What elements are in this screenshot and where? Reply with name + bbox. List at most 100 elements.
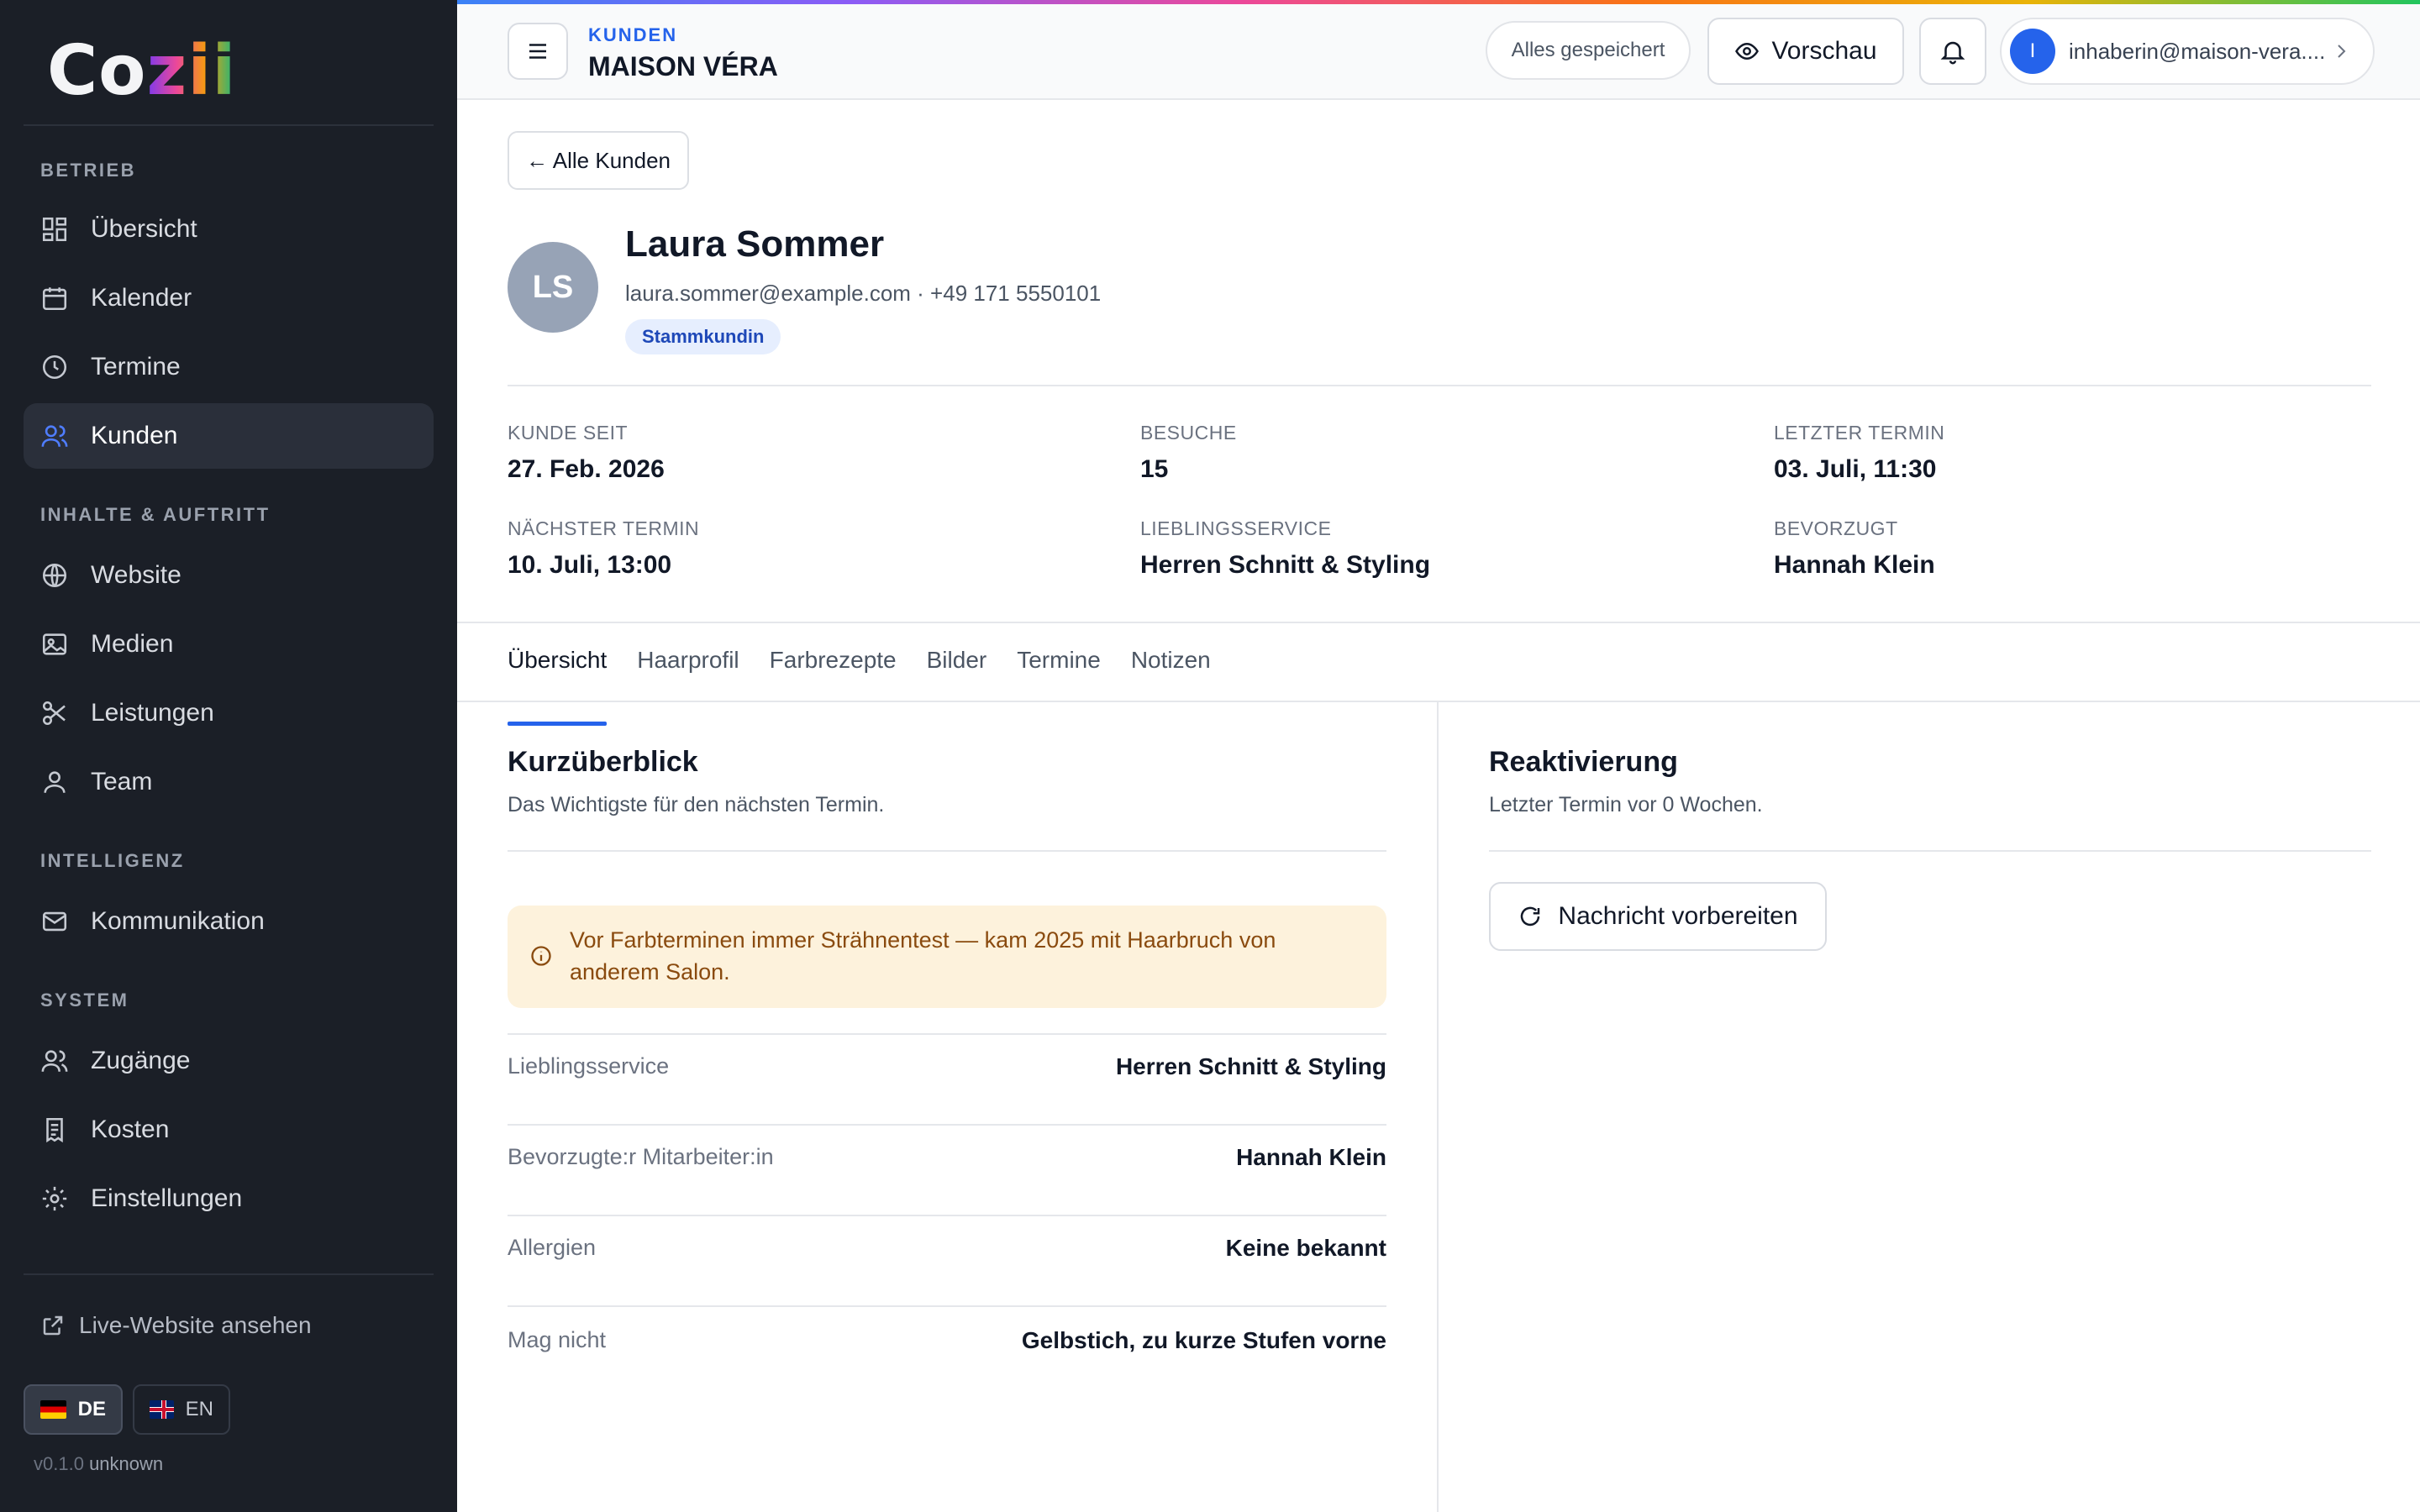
stat-label-since: KUNDE SEIT [508,422,629,444]
column-divider [1437,702,1439,1512]
sidebar-item-team[interactable]: Team [24,749,434,815]
sidebar: Cozii BETRIEB Übersicht Kalender Termine… [0,0,457,1512]
sidebar-item-label: Kunden [91,422,178,449]
divider [508,850,1386,852]
calendar-icon [42,287,67,311]
stat-label-next: NÄCHSTER TERMIN [508,517,700,539]
sidebar-item-label: Website [91,561,182,589]
stat-value-next: 10. Juli, 13:00 [508,551,672,579]
reactivation-title: Reaktivierung [1489,746,1678,778]
sidebar-item-zugaenge[interactable]: Zugänge [24,1028,434,1094]
favorite-service-value: Herren Schnitt & Styling [1115,1053,1386,1079]
warning-text-line-2: anderem Salon. [570,959,730,984]
dislikes-value: Gelbstich, zu kurze Stufen vorne [1021,1327,1386,1353]
prepare-message-button[interactable]: Nachricht vorbereiten [1489,882,1827,951]
allergies-label: Allergien [508,1235,597,1260]
section-system: SYSTEM [40,990,129,1011]
users-icon [41,1050,68,1072]
mail-icon [42,911,67,932]
avatar: I [2010,29,2055,74]
live-website-link[interactable]: Live-Website ansehen [40,1312,312,1339]
favorite-service-label: Lieblingsservice [508,1053,670,1079]
sidebar-item-label: Kalender [91,284,192,312]
stat-value-since: 27. Feb. 2026 [508,455,665,483]
customer-name: Laura Sommer [625,223,885,265]
divider [457,622,2420,623]
section-intelligenz: INTELLIGENZ [40,850,185,871]
stat-value-preferred: Hannah Klein [1774,551,1935,579]
refresh-icon [1521,906,1540,927]
language-de-button[interactable]: DE [24,1384,123,1435]
divider [457,701,2420,702]
sidebar-item-label: Zugänge [91,1047,191,1074]
tab-haarprofil[interactable]: Haarprofil [637,647,739,721]
language-en-button[interactable]: EN [133,1384,230,1435]
flag-uk-icon [150,1400,174,1419]
top-bar: KUNDEN MAISON VÉRA Alles gespeichert Vor… [457,4,2420,100]
flag-de-icon [40,1400,66,1419]
menu-button[interactable] [508,23,568,80]
users-icon [41,425,68,447]
sidebar-item-label: Team [91,768,153,795]
sidebar-item-label: Kosten [91,1116,170,1143]
customer-contact: laura.sommer@example.com · +49 171 55501… [625,281,1102,306]
reactivation-subtitle: Letzter Termin vor 0 Wochen. [1489,793,1763,816]
tab-bilder[interactable]: Bilder [927,647,987,721]
sidebar-item-label: Einstellungen [91,1184,243,1212]
preferred-staff-label: Bevorzugte:r Mitarbeiter:in [508,1144,774,1169]
status-badge: Stammkundin [625,319,781,354]
save-status-badge: Alles gespeichert [1486,21,1691,80]
breadcrumb-section: KUNDEN [588,24,678,45]
bell-icon [1940,41,1965,65]
sidebar-item-kosten[interactable]: Kosten [24,1097,434,1163]
sidebar-item-kommunikation[interactable]: Kommunikation [24,889,434,954]
stat-label-last: LETZTER TERMIN [1774,422,1945,444]
warning-note: Vor Farbterminen immer Strähnentest — ka… [508,906,1386,1008]
customer-tabs: Übersicht Haarprofil Farbrezepte Bilder … [508,647,1241,726]
sidebar-item-label: Medien [91,630,174,658]
divider [508,385,2371,386]
divider [508,1033,1386,1035]
sidebar-item-medien[interactable]: Medien [24,612,434,677]
divider [508,1215,1386,1216]
business-name: MAISON VÉRA [588,51,778,81]
overview-subtitle: Das Wichtigste für den nächsten Termin. [508,793,885,816]
app-logo[interactable]: Cozii [47,31,236,111]
allergies-value: Keine bekannt [1225,1235,1386,1261]
sidebar-divider [24,1273,434,1275]
sidebar-item-kalender[interactable]: Kalender [24,265,434,331]
sidebar-item-website[interactable]: Website [24,543,434,608]
stat-value-favorite: Herren Schnitt & Styling [1140,551,1431,579]
dislikes-label: Mag nicht [508,1327,607,1352]
tab-termine[interactable]: Termine [1017,647,1101,721]
user-email: inhaberin@maison-vera.... [2069,38,2326,64]
user-menu[interactable]: I inhaberin@maison-vera.... [2000,18,2375,85]
scissors-icon [42,701,66,726]
tab-notizen[interactable]: Notizen [1131,647,1211,721]
dashboard-icon [42,217,67,242]
preferred-staff-value: Hannah Klein [1236,1144,1386,1170]
stat-value-visits: 15 [1140,455,1169,483]
receipt-icon [46,1117,63,1143]
stat-label-favorite: LIEBLINGSSERVICE [1140,517,1332,539]
clock-icon [42,354,67,380]
sidebar-item-kunden[interactable]: Kunden [24,403,434,469]
notifications-button[interactable] [1919,18,1986,85]
info-icon [531,946,551,966]
stat-label-preferred: BEVORZUGT [1774,517,1898,539]
sidebar-item-label: Leistungen [91,699,214,727]
sidebar-item-leistungen[interactable]: Leistungen [24,680,434,746]
user-icon [44,771,66,793]
sidebar-item-termine[interactable]: Termine [24,334,434,400]
warning-text-line-1: Vor Farbterminen immer Strähnentest — ka… [570,927,1276,953]
divider [508,1305,1386,1307]
tab-uebersicht[interactable]: Übersicht [508,647,608,726]
preview-button[interactable]: Vorschau [1707,18,1904,85]
divider [1489,850,2371,852]
sidebar-item-einstellungen[interactable]: Einstellungen [24,1166,434,1231]
section-inhalte: INHALTE & AUFTRITT [40,504,271,525]
back-to-customers-button[interactable]: ← Alle Kunden [508,131,689,190]
stat-label-visits: BESUCHE [1140,422,1237,444]
sidebar-item-uebersicht[interactable]: Übersicht [24,197,434,262]
tab-farbrezepte[interactable]: Farbrezepte [770,647,897,721]
